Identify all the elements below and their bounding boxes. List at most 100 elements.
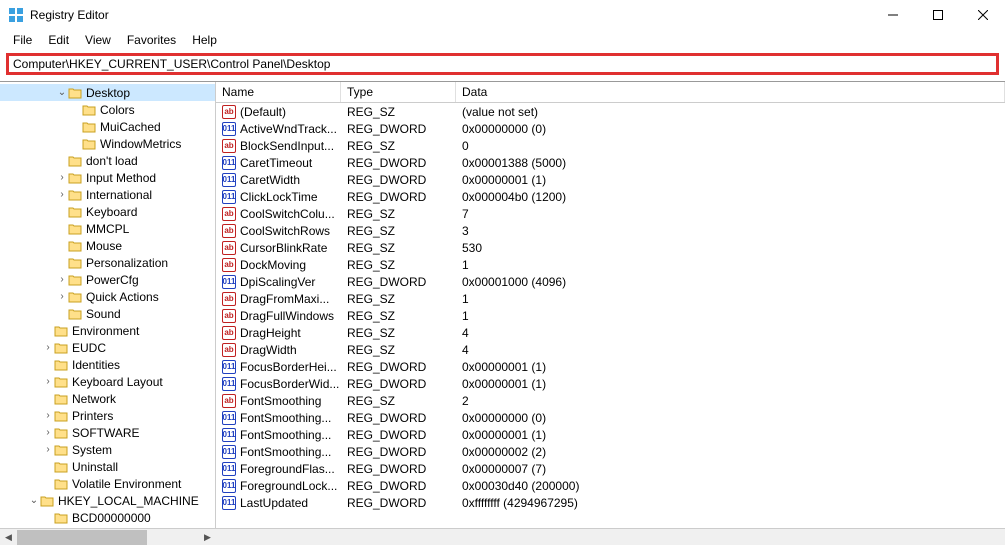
tree-item[interactable]: Sound	[0, 305, 215, 322]
titlebar[interactable]: Registry Editor	[0, 0, 1005, 30]
list-row[interactable]: abBlockSendInput...REG_SZ0	[216, 137, 1005, 154]
expand-collapse-icon[interactable]: ›	[42, 427, 54, 438]
menu-favorites[interactable]: Favorites	[120, 31, 183, 49]
tree-item[interactable]: ›PowerCfg	[0, 271, 215, 288]
list-row[interactable]: abDockMovingREG_SZ1	[216, 256, 1005, 273]
list-row[interactable]: abCoolSwitchColu...REG_SZ7	[216, 205, 1005, 222]
list-row[interactable]: abFontSmoothingREG_SZ2	[216, 392, 1005, 409]
list-row[interactable]: 011DpiScalingVerREG_DWORD0x00001000 (409…	[216, 273, 1005, 290]
tree-item-label: Input Method	[86, 171, 156, 185]
tree-item[interactable]: Colors	[0, 101, 215, 118]
menu-view[interactable]: View	[78, 31, 118, 49]
tree-item[interactable]: ›Keyboard Layout	[0, 373, 215, 390]
expand-collapse-icon[interactable]: ›	[56, 291, 68, 302]
close-button[interactable]	[960, 0, 1005, 30]
tree-item[interactable]: Personalization	[0, 254, 215, 271]
list-row[interactable]: abDragFullWindowsREG_SZ1	[216, 307, 1005, 324]
tree-item[interactable]: ›Quick Actions	[0, 288, 215, 305]
folder-icon	[54, 393, 68, 405]
tree-item[interactable]: ›Printers	[0, 407, 215, 424]
menu-file[interactable]: File	[6, 31, 39, 49]
scroll-left-button[interactable]: ◀	[0, 529, 17, 545]
tree-item[interactable]: ›SOFTWARE	[0, 424, 215, 441]
tree-item[interactable]: Environment	[0, 322, 215, 339]
list-row[interactable]: 011ForegroundLock...REG_DWORD0x00030d40 …	[216, 477, 1005, 494]
tree-item-label: HKEY_LOCAL_MACHINE	[58, 494, 199, 508]
list-row[interactable]: 011ForegroundFlas...REG_DWORD0x00000007 …	[216, 460, 1005, 477]
value-type: REG_DWORD	[341, 122, 456, 136]
tree-item[interactable]: ⌄ HKEY_LOCAL_MACHINE	[0, 492, 215, 509]
tree-item[interactable]: › International	[0, 186, 215, 203]
horizontal-scrollbar[interactable]: ◀ ▶	[0, 528, 1005, 545]
tree-item[interactable]: Uninstall	[0, 458, 215, 475]
string-value-icon: ab	[222, 326, 236, 340]
address-input[interactable]: Computer\HKEY_CURRENT_USER\Control Panel…	[6, 53, 999, 75]
list-row[interactable]: 011FontSmoothing...REG_DWORD0x00000000 (…	[216, 409, 1005, 426]
tree-item[interactable]: MMCPL	[0, 220, 215, 237]
value-data: 0x00000001 (1)	[456, 377, 1005, 391]
folder-icon	[68, 240, 82, 252]
expand-collapse-icon[interactable]: ›	[56, 172, 68, 183]
list-row[interactable]: 011CaretTimeoutREG_DWORD0x00001388 (5000…	[216, 154, 1005, 171]
value-name: CoolSwitchRows	[240, 224, 330, 238]
folder-icon	[82, 138, 96, 150]
menu-help[interactable]: Help	[185, 31, 224, 49]
tree-item[interactable]: Keyboard	[0, 203, 215, 220]
list-row[interactable]: 011LastUpdatedREG_DWORD0xffffffff (42949…	[216, 494, 1005, 511]
tree-item[interactable]: WindowMetrics	[0, 135, 215, 152]
list-row[interactable]: abDragHeightREG_SZ4	[216, 324, 1005, 341]
list-row[interactable]: 011ActiveWndTrack...REG_DWORD0x00000000 …	[216, 120, 1005, 137]
value-data: 2	[456, 394, 1005, 408]
list-row[interactable]: 011ClickLockTimeREG_DWORD0x000004b0 (120…	[216, 188, 1005, 205]
expand-collapse-icon[interactable]: ⌄	[56, 87, 68, 98]
expand-collapse-icon[interactable]: ⌄	[28, 495, 40, 506]
list-row[interactable]: 011FocusBorderWid...REG_DWORD0x00000001 …	[216, 375, 1005, 392]
expand-collapse-icon[interactable]: ›	[56, 189, 68, 200]
tree-pane[interactable]: ⌄DesktopColorsMuiCachedWindowMetricsdon'…	[0, 82, 216, 528]
expand-collapse-icon[interactable]: ›	[56, 274, 68, 285]
tree-item[interactable]: MuiCached	[0, 118, 215, 135]
minimize-button[interactable]	[870, 0, 915, 30]
tree-item[interactable]: Volatile Environment	[0, 475, 215, 492]
list-row[interactable]: abDragWidthREG_SZ4	[216, 341, 1005, 358]
tree-item[interactable]: Identities	[0, 356, 215, 373]
scroll-right-button[interactable]: ▶	[199, 529, 216, 545]
menu-edit[interactable]: Edit	[41, 31, 76, 49]
tree-item[interactable]: BCD00000000	[0, 509, 215, 526]
folder-icon	[68, 206, 82, 218]
tree-item[interactable]: don't load	[0, 152, 215, 169]
scroll-thumb[interactable]	[17, 530, 147, 545]
list-row[interactable]: 011FontSmoothing...REG_DWORD0x00000002 (…	[216, 443, 1005, 460]
maximize-button[interactable]	[915, 0, 960, 30]
tree-item[interactable]: › Input Method	[0, 169, 215, 186]
column-header-name[interactable]: Name	[216, 82, 341, 102]
value-data: 0x000004b0 (1200)	[456, 190, 1005, 204]
value-type: REG_DWORD	[341, 275, 456, 289]
tree-item[interactable]: ⌄Desktop	[0, 84, 215, 101]
binary-value-icon: 011	[222, 462, 236, 476]
expand-collapse-icon[interactable]: ›	[42, 444, 54, 455]
tree-item[interactable]: ›System	[0, 441, 215, 458]
tree-item[interactable]: Network	[0, 390, 215, 407]
list-row[interactable]: abCursorBlinkRateREG_SZ530	[216, 239, 1005, 256]
list-row[interactable]: 011FocusBorderHei...REG_DWORD0x00000001 …	[216, 358, 1005, 375]
tree-item[interactable]: Mouse	[0, 237, 215, 254]
column-header-data[interactable]: Data	[456, 82, 1005, 102]
value-data: 0x00000002 (2)	[456, 445, 1005, 459]
tree-item-label: International	[86, 188, 152, 202]
list-pane[interactable]: Name Type Data ab(Default)REG_SZ(value n…	[216, 82, 1005, 528]
content-area: ⌄DesktopColorsMuiCachedWindowMetricsdon'…	[0, 81, 1005, 528]
column-header-type[interactable]: Type	[341, 82, 456, 102]
expand-collapse-icon[interactable]: ›	[42, 342, 54, 353]
tree-item[interactable]: ›EUDC	[0, 339, 215, 356]
expand-collapse-icon[interactable]: ›	[42, 410, 54, 421]
value-name: DragFromMaxi...	[240, 292, 329, 306]
value-name: DockMoving	[240, 258, 306, 272]
value-data: 0x00000007 (7)	[456, 462, 1005, 476]
list-row[interactable]: 011CaretWidthREG_DWORD0x00000001 (1)	[216, 171, 1005, 188]
list-row[interactable]: abCoolSwitchRowsREG_SZ3	[216, 222, 1005, 239]
list-row[interactable]: abDragFromMaxi...REG_SZ1	[216, 290, 1005, 307]
expand-collapse-icon[interactable]: ›	[42, 376, 54, 387]
list-row[interactable]: 011FontSmoothing...REG_DWORD0x00000001 (…	[216, 426, 1005, 443]
list-row[interactable]: ab(Default)REG_SZ(value not set)	[216, 103, 1005, 120]
